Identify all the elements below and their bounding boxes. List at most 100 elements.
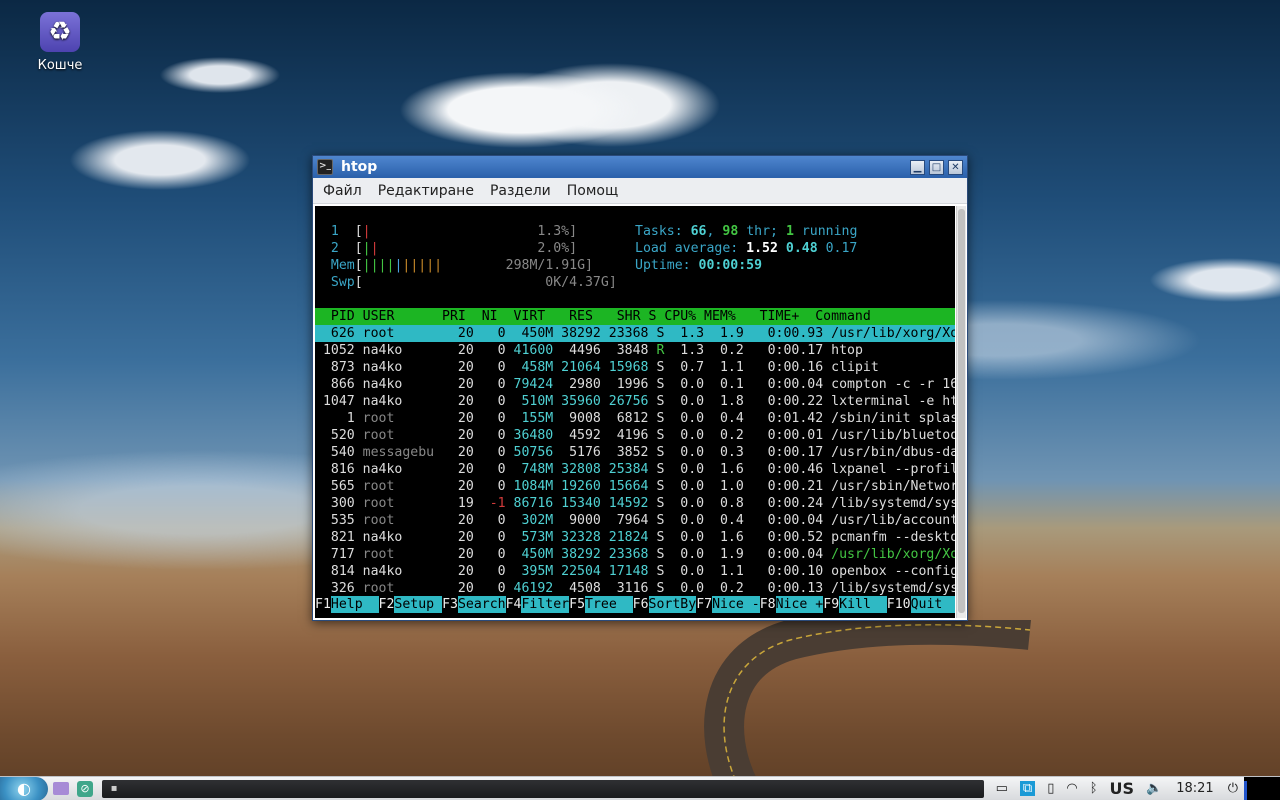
terminal-area[interactable]: 1 [| 1.3%] 2 [|| 2.0%] Mem[|||||||||| 29… (315, 206, 955, 618)
process-row[interactable]: 300 root 19 -1 86716 15340 14592 S 0.0 0… (315, 495, 955, 512)
fkey-label[interactable]: Quit (910, 596, 955, 613)
process-row[interactable]: 717 root 20 0 450M 38292 23368 S 0.0 1.9… (315, 546, 955, 563)
cell-res: 22504 (561, 564, 609, 579)
cell-user: na4ko (362, 530, 443, 545)
process-row[interactable]: 1 root 20 0 155M 9008 6812 S 0.0 0.4 0:0… (315, 410, 955, 427)
close-button[interactable]: ✕ (948, 159, 963, 175)
fkey-f8[interactable]: F8 (760, 596, 776, 613)
scrollbar[interactable] (956, 206, 966, 618)
cell-time: 0:00.17 (751, 445, 832, 460)
swap-meter: Swp[ 0K/4.37G] (330, 275, 617, 290)
process-row[interactable]: 326 root 20 0 46192 4508 3116 S 0.0 0.2 … (315, 580, 955, 597)
fkey-label[interactable]: Filter (521, 596, 570, 613)
fkey-f2[interactable]: F2 (379, 596, 395, 613)
start-menu-button[interactable]: ◐ (0, 776, 48, 800)
fkey-f10[interactable]: F10 (887, 596, 911, 613)
trash-desktop-icon[interactable]: ♻ Кошче (30, 12, 90, 73)
fkey-f7[interactable]: F7 (696, 596, 712, 613)
fkey-f3[interactable]: F3 (442, 596, 458, 613)
keyboard-layout[interactable]: US (1110, 779, 1135, 798)
menu-edit[interactable]: Редактиране (370, 183, 482, 199)
windows-icon[interactable]: ▭ (996, 781, 1008, 796)
cell-virt: 748M (513, 462, 562, 477)
process-row[interactable]: 535 root 20 0 302M 9000 7964 S 0.0 0.4 0… (315, 512, 955, 529)
cell-res: 9000 (561, 513, 609, 528)
volume-icon[interactable]: 🔈 (1146, 781, 1162, 796)
process-row[interactable]: 520 root 20 0 36480 4592 4196 S 0.0 0.2 … (315, 427, 955, 444)
cell-pid: 866 (315, 377, 363, 392)
process-row[interactable]: 540 messagebu 20 0 50756 5176 3852 S 0.0… (315, 444, 955, 461)
task-htop[interactable]: ▪ (104, 781, 124, 797)
power-icon[interactable]: ⏻ (1228, 781, 1238, 796)
cell-pri: 20 (442, 326, 482, 341)
wifi-icon[interactable]: ◠ (1066, 781, 1077, 796)
cell-time: 0:00.04 (751, 513, 832, 528)
fkey-label[interactable]: Nice - (712, 596, 760, 613)
menu-tabs[interactable]: Раздели (482, 183, 559, 199)
fkey-label[interactable]: Help (330, 596, 379, 613)
fkey-label[interactable]: SortBy (648, 596, 697, 613)
menu-help[interactable]: Помощ (559, 183, 626, 199)
cell-s: S (656, 564, 673, 579)
cell-pri: 20 (442, 445, 482, 460)
fkey-f1[interactable]: F1 (315, 596, 331, 613)
cell-ni: 0 (481, 343, 514, 358)
cell-shr: 3848 (608, 343, 657, 358)
cell-cmd: /usr/lib/accounts (831, 513, 955, 528)
fkey-f6[interactable]: F6 (633, 596, 649, 613)
browser-icon[interactable]: ⊘ (74, 778, 96, 800)
cell-shr: 21824 (608, 530, 657, 545)
title-bar[interactable]: >_ htop ▁ □ ✕ (313, 156, 967, 178)
bluetooth-icon[interactable]: ᛒ (1090, 781, 1098, 796)
process-row[interactable]: 873 na4ko 20 0 458M 21064 15968 S 0.7 1.… (315, 359, 955, 376)
uptime-stat: Uptime: 00:00:59 (635, 258, 763, 273)
road-decoration (704, 620, 1031, 790)
process-row[interactable]: 626 root 20 0 450M 38292 23368 S 1.3 1.9… (315, 325, 955, 342)
fkey-label[interactable]: Setup (394, 596, 443, 613)
fkey-label[interactable]: Tree (585, 596, 633, 613)
fkey-label[interactable]: Kill (839, 596, 887, 613)
fkey-f9[interactable]: F9 (823, 596, 839, 613)
cell-shr: 3116 (608, 581, 657, 596)
cell-res: 32808 (561, 462, 609, 477)
battery-icon[interactable]: ▯ (1047, 781, 1054, 796)
cell-ni: 0 (481, 513, 514, 528)
cell-ni: 0 (481, 530, 514, 545)
recycle-icon: ♻ (40, 12, 80, 52)
process-row[interactable]: 816 na4ko 20 0 748M 32808 25384 S 0.0 1.… (315, 461, 955, 478)
process-row[interactable]: 814 na4ko 20 0 395M 22504 17148 S 0.0 1.… (315, 563, 955, 580)
cell-mem: 1.6 (712, 462, 752, 477)
cell-cpu: 1.3 (672, 343, 713, 358)
cell-s: S (656, 377, 673, 392)
process-row[interactable]: 565 root 20 0 1084M 19260 15664 S 0.0 1.… (315, 478, 955, 495)
minimize-button[interactable]: ▁ (910, 159, 925, 175)
file-manager-icon[interactable] (50, 778, 72, 800)
cell-cpu: 0.0 (672, 547, 713, 562)
task-list: ▪ (102, 779, 984, 798)
process-row[interactable]: 866 na4ko 20 0 79424 2980 1996 S 0.0 0.1… (315, 376, 955, 393)
menu-file[interactable]: Файл (315, 183, 370, 199)
cell-shr: 7964 (608, 513, 657, 528)
cell-pid: 1047 (315, 394, 363, 409)
cell-mem: 0.2 (712, 343, 752, 358)
scrollbar-thumb[interactable] (958, 209, 965, 613)
cell-shr: 3852 (608, 445, 657, 460)
cell-virt: 1084M (513, 479, 562, 494)
maximize-button[interactable]: □ (929, 159, 944, 175)
network-manager-icon[interactable]: ⧉ (1019, 781, 1036, 796)
process-table-header[interactable]: PID USER PRI NI VIRT RES SHR S CPU% MEM%… (315, 308, 955, 325)
cell-res: 38292 (561, 326, 609, 341)
fkey-f4[interactable]: F4 (506, 596, 522, 613)
process-row[interactable]: 821 na4ko 20 0 573M 32328 21824 S 0.0 1.… (315, 529, 955, 546)
fkey-f5[interactable]: F5 (569, 596, 585, 613)
cell-cmd: openbox --config- (831, 564, 955, 579)
cell-virt: 86716 (513, 496, 562, 511)
cell-user: root (362, 411, 443, 426)
fkey-label[interactable]: Search (457, 596, 506, 613)
cell-res: 4496 (561, 343, 609, 358)
clock[interactable]: 18:21 (1176, 781, 1213, 796)
process-row[interactable]: 1047 na4ko 20 0 510M 35960 26756 S 0.0 1… (315, 393, 955, 410)
cell-virt: 458M (513, 360, 562, 375)
fkey-label[interactable]: Nice + (775, 596, 824, 613)
process-row[interactable]: 1052 na4ko 20 0 41600 4496 3848 R 1.3 0.… (315, 342, 955, 359)
